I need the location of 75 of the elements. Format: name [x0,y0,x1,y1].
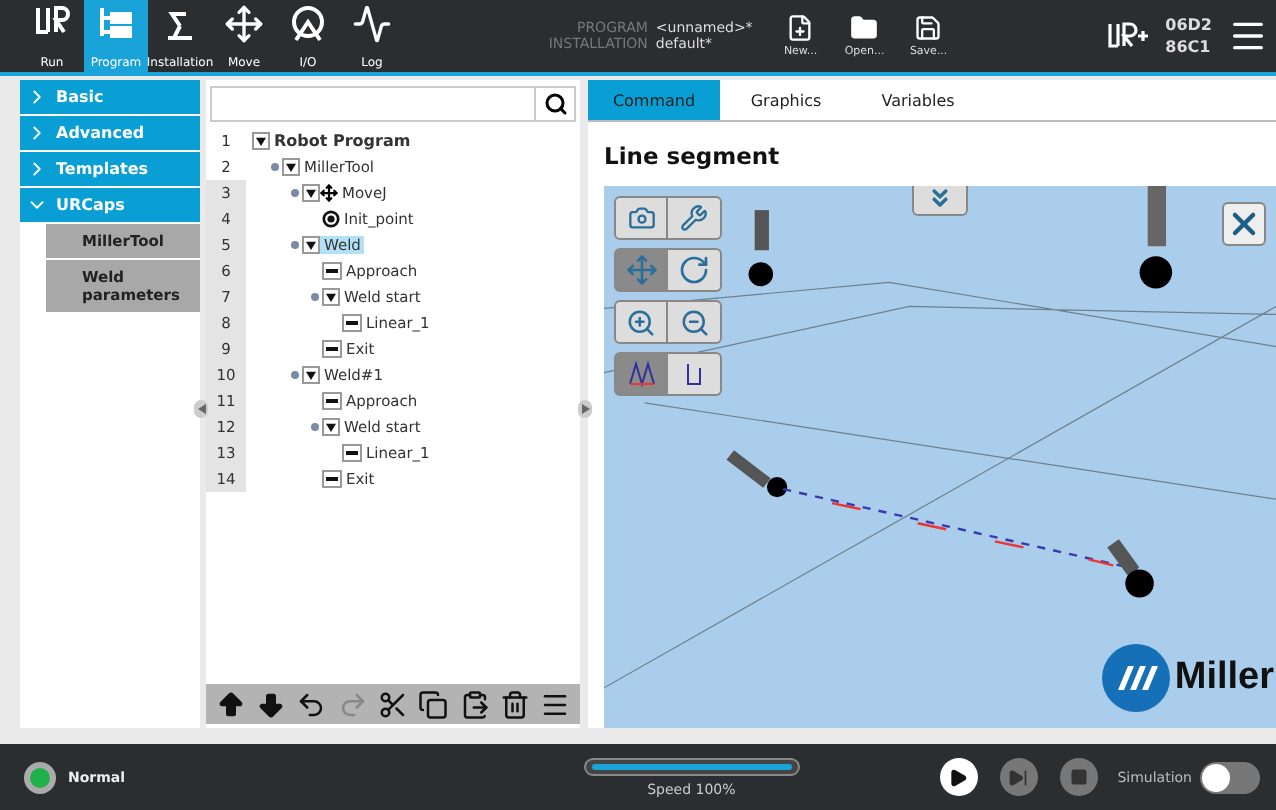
node-dot-icon [290,240,300,250]
zoom-in-button[interactable] [614,300,668,344]
redo-icon [337,689,368,719]
collapse-button[interactable] [912,186,968,216]
panel-tab[interactable]: Command [588,80,720,120]
copy-button[interactable] [418,689,449,719]
program-tree-icon [96,4,136,44]
arrow-up-icon [215,689,246,719]
lines-icon [540,689,571,719]
node-dot-icon [270,162,280,172]
line-command-icon [322,392,342,410]
logo-mark-icon [1102,644,1171,712]
play-icon [948,767,969,787]
paste-button[interactable] [459,689,490,719]
cut-button[interactable] [377,689,408,719]
wrench-icon [680,204,708,232]
expand-toggle[interactable] [252,132,270,150]
save-icon [914,14,943,42]
chevrons-down-icon [926,186,954,212]
robot-id: 06D2 [1165,14,1212,36]
search-field[interactable] [210,86,576,122]
pan-icon [625,254,657,286]
path-part-button[interactable] [668,352,722,396]
copy-icon [418,689,449,719]
delete-button[interactable] [499,689,530,719]
node-dot-icon [290,188,300,198]
move-icon [320,184,338,202]
skip-forward-icon [1008,767,1029,787]
rotate-button[interactable] [668,248,722,292]
tree-node[interactable]: Robot Program [270,132,415,150]
expand-toggle[interactable] [302,236,320,254]
expand-toggle[interactable] [322,288,340,306]
folder-icon [850,14,879,42]
stop-icon [1069,768,1088,786]
play-button[interactable] [939,758,978,796]
arrow-down-icon [255,689,286,719]
ur-plus-logo-icon [1105,22,1150,50]
up-button[interactable] [215,689,246,719]
expand-handle-icon[interactable] [578,400,592,418]
expand-toggle[interactable] [282,158,300,176]
expand-toggle[interactable] [302,184,320,202]
undo-button[interactable] [296,689,327,719]
zoom-in-icon [626,307,656,337]
scissors-icon [377,689,408,719]
line-command-icon [322,262,342,280]
logo-text: Miller [1174,656,1274,700]
node-dot-icon [310,422,320,432]
zoom-out-button[interactable] [668,300,722,344]
suppress-button[interactable] [540,689,571,719]
collapse-handle-icon[interactable] [194,400,208,418]
waypoint-icon [322,210,340,228]
trash-icon [499,689,530,719]
path-icon [625,360,657,388]
undo-icon [296,689,327,719]
rotate-icon [678,254,710,286]
simulation-switch[interactable] [1200,761,1260,793]
node-dot-icon [290,370,300,380]
view-tool-button[interactable] [668,196,722,240]
search-icon [543,92,567,116]
view-camera-button[interactable] [614,196,668,240]
clipboard-icon [459,689,490,719]
command-title: Line segment [604,142,782,170]
move-icon [224,4,264,44]
down-button[interactable] [255,689,286,719]
node-dot-icon [310,292,320,302]
log-chart-icon [352,4,392,44]
new-file-icon [786,14,815,42]
expand-toggle[interactable] [322,418,340,436]
camera-icon [627,204,655,232]
robot-id: 86C1 [1165,36,1212,58]
expand-toggle[interactable] [302,366,320,384]
speed-slider[interactable] [583,757,800,775]
close-button[interactable] [1222,202,1266,246]
gauge-icon [288,4,328,44]
zoom-out-icon [679,307,709,337]
